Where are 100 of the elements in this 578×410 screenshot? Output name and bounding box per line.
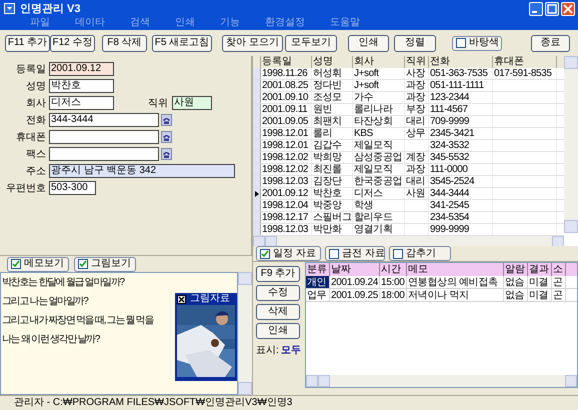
column-header[interactable]: 등록일	[261, 56, 312, 68]
input-field[interactable]	[49, 147, 159, 161]
column-header[interactable]: 시간	[380, 263, 407, 276]
unchecked-box[interactable]	[329, 248, 339, 258]
scroll-bar[interactable]	[306, 375, 577, 387]
table-cell: 017-591-8535	[493, 68, 552, 80]
column-header[interactable]: 직위	[405, 56, 429, 68]
column-header[interactable]: 회사	[353, 56, 405, 68]
check-icon	[79, 260, 87, 268]
checkbox[interactable]: 일정 자료	[256, 246, 321, 261]
close-icon	[178, 296, 185, 302]
schedule-button[interactable]: 삭제	[256, 304, 300, 320]
column-header[interactable]: 휴대폰	[493, 56, 557, 68]
minimize-button[interactable]	[529, 2, 543, 16]
unchecked-box[interactable]	[456, 38, 466, 48]
phone-icon	[162, 132, 171, 142]
table-cell: 2001.09.05	[261, 116, 308, 128]
toolbar-button[interactable]: 모두보기	[285, 34, 337, 52]
table-cell: 1998.12.17	[261, 212, 308, 224]
input-field[interactable]: 사원	[172, 96, 212, 110]
table-cell: 스필버그	[312, 212, 352, 224]
table-cell: 2001.09.12	[261, 188, 308, 200]
checked-box[interactable]	[78, 259, 88, 269]
table-cell[interactable]: 업무	[306, 289, 330, 301]
scroll-thumb[interactable]	[318, 375, 330, 387]
filter-value[interactable]: 모두	[280, 343, 301, 358]
table-cell: 341-2545	[429, 200, 470, 212]
scroll-arrow-button[interactable]	[238, 272, 252, 285]
exit-button[interactable]: 종료	[531, 34, 570, 52]
table-cell: 김장단	[312, 176, 342, 188]
scroll-bar[interactable]	[253, 236, 564, 246]
table-cell: 과장	[405, 164, 426, 176]
unchecked-box[interactable]	[393, 248, 403, 258]
table-cell: 1998.12.02	[261, 152, 308, 164]
schedule-button[interactable]: F9 추가	[256, 266, 300, 282]
checkbox[interactable]: 그림보기	[74, 256, 136, 272]
table-cell: 1998.12.03	[261, 176, 308, 188]
column-header[interactable]: 날짜	[330, 263, 380, 276]
input-field[interactable]: 광주시 남구 백운동 342	[49, 164, 235, 178]
scroll-thumb[interactable]	[265, 236, 277, 246]
column-header[interactable]: 성명	[312, 56, 353, 68]
checked-box[interactable]	[260, 248, 270, 258]
close-button[interactable]	[177, 294, 186, 304]
table-cell: 없슴	[504, 276, 528, 288]
schedule-button[interactable]: 인쇄	[256, 323, 300, 339]
field-label: 등록일	[15, 62, 46, 76]
table-cell: 1998.11.26	[261, 68, 308, 80]
column-header[interactable]: 전화	[429, 56, 493, 68]
input-field[interactable]	[49, 130, 159, 144]
toolbar-button[interactable]: 인쇄	[348, 34, 389, 52]
toolbar-button[interactable]: F5 새로고침	[152, 34, 212, 52]
check-icon	[12, 260, 20, 268]
scroll-arrow-button[interactable]	[564, 220, 578, 233]
column-header[interactable]: 결과	[528, 263, 552, 276]
table-cell: 324-3532	[429, 140, 470, 152]
checkbox[interactable]: 금전 자료	[325, 246, 385, 261]
column-header[interactable]: 알람	[504, 263, 528, 276]
maximize-button[interactable]	[545, 2, 559, 16]
toolbar-button[interactable]: F12 수정	[50, 34, 95, 52]
input-field[interactable]: 디저스	[49, 96, 114, 110]
table-cell: 2345-3421	[429, 128, 474, 140]
phone-button[interactable]	[161, 148, 172, 160]
table-cell: 계장	[405, 152, 426, 164]
field-label: 우편번호	[6, 182, 46, 196]
table-cell: 과장	[405, 80, 426, 92]
table-cell: 가수	[353, 92, 374, 104]
column-header[interactable]: 소	[552, 263, 566, 276]
row-header[interactable]	[253, 188, 261, 199]
memo-line: 나는 왜 이런 생각만 날까?	[1, 333, 100, 347]
scroll-arrow-button[interactable]	[306, 375, 318, 387]
table-cell: 345-5532	[429, 152, 470, 164]
scroll-bar[interactable]	[564, 56, 578, 233]
table-cell: 18:00	[380, 289, 407, 301]
checkbox[interactable]: 감추기	[389, 246, 451, 261]
toolbar-button[interactable]: 찾아 모으기	[222, 34, 283, 52]
field-label: 휴대폰	[15, 130, 46, 144]
scroll-arrow-button[interactable]	[238, 382, 252, 395]
table-cell: 정다빈	[312, 80, 342, 92]
checkbox[interactable]: 바탕색	[452, 36, 502, 50]
scroll-arrow-button[interactable]	[552, 236, 564, 246]
scroll-bar[interactable]	[238, 272, 252, 395]
toolbar-button[interactable]: F8 삭제	[102, 34, 147, 52]
input-field[interactable]: 503-300	[49, 181, 96, 195]
phone-button[interactable]	[161, 114, 172, 126]
phone-button[interactable]	[161, 131, 172, 143]
checked-box[interactable]	[11, 259, 21, 269]
table-cell[interactable]: 개인	[306, 276, 330, 288]
picture-title: 그림자료	[190, 294, 230, 304]
table-cell: 051-111-1111	[429, 80, 484, 92]
scroll-arrow-button[interactable]	[564, 56, 578, 69]
toolbar-button[interactable]: F11 추가	[5, 34, 50, 52]
table-cell: 3545-2524	[429, 176, 474, 188]
input-field[interactable]: 344-3444	[49, 113, 159, 127]
toolbar-button[interactable]: 정렬	[394, 34, 436, 52]
input-field[interactable]: 2001.09.12	[49, 62, 114, 76]
column-header[interactable]: 메모	[407, 263, 504, 276]
input-field[interactable]: 박찬호	[49, 79, 114, 93]
schedule-button[interactable]: 수정	[256, 285, 300, 301]
scroll-arrow-button[interactable]	[565, 375, 577, 387]
checkbox[interactable]: 메모보기	[7, 256, 69, 272]
